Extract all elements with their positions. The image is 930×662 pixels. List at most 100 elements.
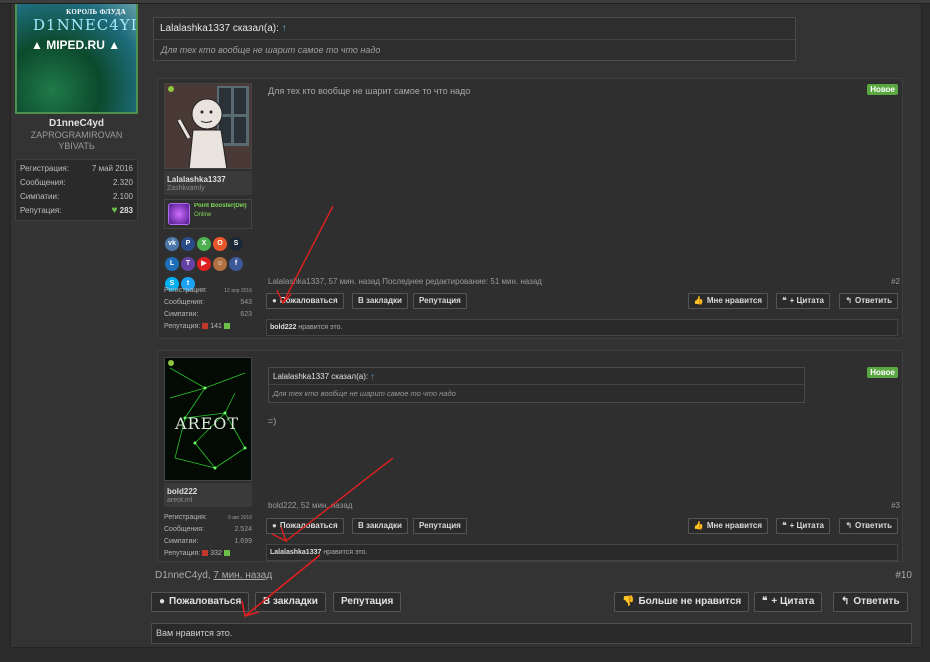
thumbs-up-icon: 👍 (693, 296, 704, 305)
quote-button[interactable]: ❝ + Цитата (776, 293, 830, 309)
main-post-date[interactable]: 7 мин. назад (213, 570, 272, 581)
online-indicator-icon (168, 360, 174, 366)
reputation-button[interactable]: Репутация (333, 592, 402, 612)
liker-name[interactable]: bold222 (270, 324, 296, 331)
xbox-icon[interactable]: X (197, 237, 211, 251)
user-avatar[interactable]: КОРОЛЬ ФЛУДА D1NNEC4YD ▲ MIPED.RU ▲ (15, 4, 138, 114)
stat-value: 2.100 (112, 192, 133, 201)
username[interactable]: D1nneC4yd (15, 118, 138, 129)
report-icon: ● (272, 521, 277, 530)
negative-rep-icon (202, 550, 209, 557)
like-label: Мне нравится (706, 296, 762, 305)
post-user-stats: Регистрация: 9 авг 2016 Сообщения: 2.524 С… (164, 512, 252, 560)
stat-value: 141 (210, 323, 222, 330)
post-meta[interactable]: bold222, 52 мин. назад (268, 501, 352, 510)
reputation-value: 283 (119, 206, 133, 215)
stat-row: Симпатии: 623 (164, 309, 252, 321)
quote-icon: ❝ (782, 296, 787, 305)
main-post-meta: D1nneC4yd, 7 мин. назад (155, 570, 273, 581)
post-number[interactable]: #3 (891, 501, 900, 510)
stat-value: 1.699 (234, 538, 252, 545)
post-author[interactable]: bold222 (167, 487, 197, 496)
quote-button[interactable]: ❝ + Цитата (776, 518, 830, 534)
thumbs-down-icon: 👎 (622, 596, 635, 607)
unlike-button[interactable]: 👎 Больше не нравится (614, 592, 750, 612)
online-indicator-icon (168, 86, 174, 92)
vk-icon[interactable]: vk (165, 237, 179, 251)
post-2: Lalalashka1337 Zashkvarnly Point Booster… (157, 78, 903, 339)
new-badge: Новое (867, 367, 898, 378)
stat-value: 543 (240, 299, 252, 306)
go-to-quote-icon[interactable]: ↑ (370, 372, 374, 381)
stat-label: Симпатии: (164, 311, 199, 318)
origin-icon[interactable]: O (213, 237, 227, 251)
stat-label: Сообщения: (164, 299, 204, 306)
user-title: ZAPROGRAMIROVAN YBIVATЬ (15, 130, 138, 152)
stat-label: Репутация: (20, 206, 62, 215)
facebook-icon[interactable]: f (229, 257, 243, 271)
post-3-avatar[interactable]: AREOT (164, 357, 252, 481)
avatar-title: D1NNEC4YD (33, 16, 138, 34)
avatar-site: ▲ MIPED.RU ▲ (31, 38, 121, 52)
reputation-button[interactable]: Репутация (413, 518, 467, 534)
main-post-number[interactable]: #10 (895, 570, 912, 581)
stat-value[interactable]: 2.320 (113, 176, 133, 190)
heart-icon: ♥ (111, 205, 118, 216)
quote-author: Lalalashka1337 сказал(а): (160, 23, 279, 34)
report-button[interactable]: ● Пожаловаться (151, 592, 250, 612)
stat-label: Сообщения: (164, 526, 204, 533)
bookmark-button[interactable]: В закладки (255, 592, 326, 612)
avatar-caption: КОРОЛЬ ФЛУДА (66, 8, 126, 16)
reputation-button[interactable]: Репутация (413, 293, 467, 309)
bookmark-button[interactable]: В закладки (352, 518, 408, 534)
social-links: vk P X O S L T ▶ ☺ f St (164, 232, 248, 292)
stat-value: 9 авг 2016 (228, 515, 252, 521)
stat-row: Репутация: 332 (164, 548, 252, 560)
report-button[interactable]: ● Пожаловаться (266, 518, 344, 534)
youtube-icon[interactable]: ▶ (197, 257, 211, 271)
battlenet-icon[interactable]: L (165, 257, 179, 271)
post-meta[interactable]: Lalalashka1337, 57 мин. назад Последнее … (268, 277, 542, 286)
steam-icon[interactable]: S (229, 237, 243, 251)
quote-header: Lalalashka1337 сказал(а): ↑ (269, 368, 804, 385)
bookmark-button[interactable]: В закладки (352, 293, 408, 309)
like-button[interactable]: 👍 Мне нравится (687, 293, 768, 309)
report-button[interactable]: ● Пожаловаться (266, 293, 344, 309)
avatar-small-icon[interactable]: ☺ (213, 257, 227, 271)
post-text: =) (268, 416, 277, 426)
stat-value: 7 май 2016 (91, 164, 133, 173)
stat-value: 12 апр 2016 (224, 288, 252, 294)
post-number[interactable]: #2 (891, 277, 900, 286)
main-post-author[interactable]: D1nneC4yd (155, 570, 208, 581)
booster-badge[interactable]: Point Booster(Del) Online (164, 199, 252, 229)
quote-icon: ❝ (762, 596, 768, 607)
positive-rep-icon (223, 323, 230, 330)
stat-label: Репутация: (164, 323, 201, 330)
post-3: AREOT bold222 areot.ml Регистрация: 9 авг… (157, 350, 903, 562)
quote-block: Lalalashka1337 сказал(а): ↑ Для тех кто … (268, 367, 805, 403)
likes-text: нравится это. (296, 324, 343, 331)
post-author-title: areot.ml (167, 497, 193, 504)
user-title-line-2: YBIVATЬ (58, 141, 95, 151)
reply-label: Ответить (855, 521, 892, 530)
post-actions: ● Пожаловаться В закладки Репутация 👍 Мне … (266, 518, 898, 534)
reply-button[interactable]: ↰ Ответить (833, 592, 908, 612)
avatar-text: AREOT (175, 414, 240, 433)
liker-name[interactable]: Lalalashka1337 (270, 549, 321, 556)
post-author[interactable]: Lalalashka1337 (167, 175, 226, 184)
bookmark-label: В закладки (263, 596, 318, 607)
stat-label: Сообщения: (20, 178, 66, 187)
twitch-icon[interactable]: T (181, 257, 195, 271)
go-to-quote-icon[interactable]: ↑ (282, 23, 287, 34)
user-stats: Регистрация: 7 май 2016 Сообщения: 2.320 С… (15, 159, 138, 221)
post-2-avatar[interactable] (164, 83, 252, 169)
quote-button[interactable]: ❝ + Цитата (754, 592, 823, 612)
reply-button[interactable]: ↰ Ответить (839, 293, 898, 309)
post-text: Для тех кто вообще не шарит самое то что… (268, 86, 471, 96)
stat-row: Симпатии: 1.699 (164, 536, 252, 548)
stat-row: Репутация: ♥ 283 (20, 204, 133, 218)
like-button[interactable]: 👍 Мне нравится (687, 518, 768, 534)
playstation-icon[interactable]: P (181, 237, 195, 251)
likes-text: нравится это. (321, 549, 368, 556)
reply-button[interactable]: ↰ Ответить (839, 518, 898, 534)
